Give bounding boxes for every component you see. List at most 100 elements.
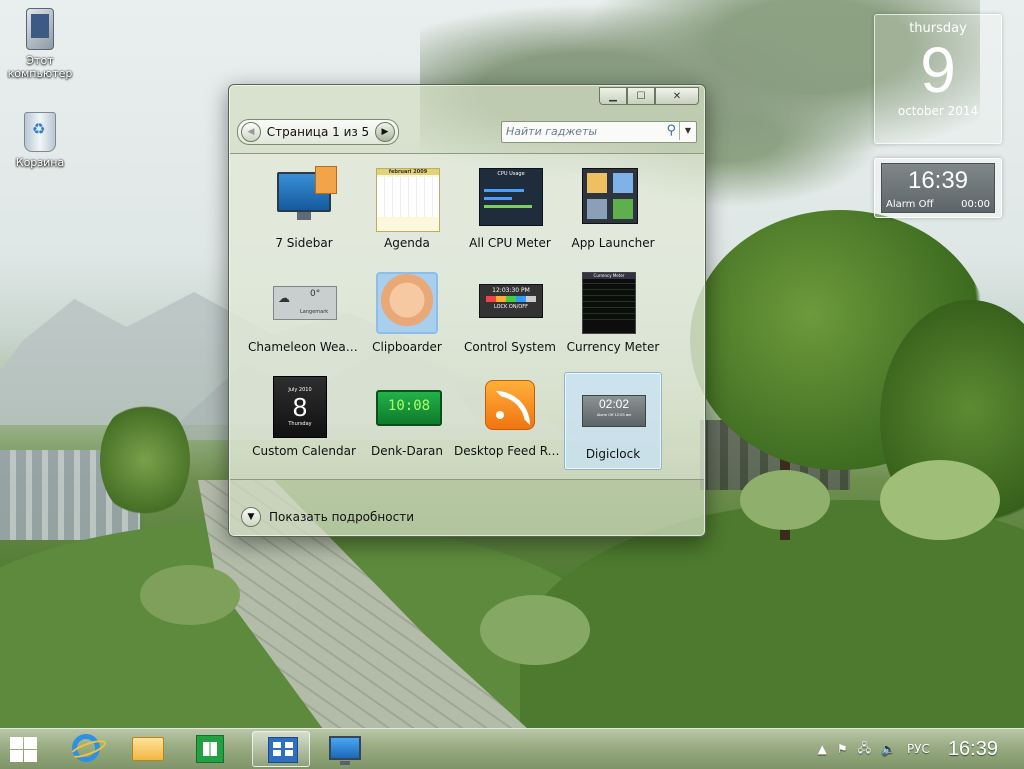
gadget-tile-control-system[interactable]: 12:03:30 PM LOCK ON/OFF Control System <box>462 266 558 362</box>
sidebar-icon <box>273 166 337 226</box>
search-box: ⚲ ▼ <box>501 121 697 143</box>
digiclock-thumb-time: 02:02 <box>598 397 630 411</box>
volume-icon[interactable]: 🔈 <box>881 742 896 756</box>
gadget-name: Chameleon Weather <box>248 340 360 354</box>
chevron-down-icon: ▼ <box>241 507 261 527</box>
store-icon <box>196 735 224 763</box>
custom-cal-thumb-weekday: Thursday <box>288 421 312 427</box>
gadget-tile-desktop-feed-reader[interactable]: Desktop Feed Reader <box>454 370 566 466</box>
taskbar-file-explorer[interactable] <box>118 731 174 765</box>
gadget-tile-app-launcher[interactable]: App Launcher <box>565 162 661 258</box>
flag-icon[interactable]: ⚑ <box>837 742 848 756</box>
cloud-icon: ☁ <box>278 291 290 305</box>
digiclock-thumb-sub: Alarm Off 12:03 am <box>596 412 632 417</box>
calendar-day: 9 <box>920 34 956 106</box>
gadget-name: All CPU Meter <box>469 236 551 250</box>
calendar-icon: July 2010 8 Thursday <box>273 376 335 438</box>
cpu-meter-icon: CPU Usage <box>479 168 543 226</box>
search-icon[interactable]: ⚲ <box>666 123 676 138</box>
desktop-icon-recycle-bin[interactable]: Корзина <box>0 112 80 169</box>
clock-time: 16:39 <box>907 167 969 194</box>
minimize-icon: ▁ <box>609 90 617 102</box>
taskbar: ▲ ⚑ 🖧 🔈 РУС 16:39 <box>0 728 1024 769</box>
gadget-name: Digiclock <box>585 447 641 461</box>
maximize-button[interactable]: ☐ <box>627 87 655 105</box>
custom-cal-thumb-day: 8 <box>292 392 308 422</box>
agenda-icon: februari 2009 <box>376 168 440 232</box>
taskbar-store[interactable] <box>180 731 236 765</box>
close-icon: ✕ <box>672 90 682 102</box>
rss-feed-icon <box>479 376 541 434</box>
calendar-month-year: october 2014 <box>897 104 979 118</box>
gadget-name: Clipboarder <box>372 340 442 354</box>
search-input[interactable] <box>502 122 660 140</box>
control-system-icon: 12:03:30 PM LOCK ON/OFF <box>479 272 543 330</box>
digiclock-icon: 02:02 Alarm Off 12:03 am <box>582 379 646 437</box>
weather-thumb-temp: 0° <box>310 289 321 299</box>
agenda-thumb-title: februari 2009 <box>377 169 439 175</box>
digital-clock-icon: 10:08 <box>376 376 442 434</box>
gadget-grid: 7 Sidebar februari 2009 Agenda CPU Usage… <box>230 153 704 480</box>
gadget-name: 7 Sidebar <box>275 236 333 250</box>
taskbar-gadget-gallery[interactable] <box>252 731 310 767</box>
clipboard-icon <box>376 272 438 334</box>
page-navigator: ◀ Страница 1 из 5 ▶ <box>237 119 399 145</box>
weather-thumb-city: Langemark <box>300 309 329 315</box>
language-indicator[interactable]: РУС <box>907 742 930 756</box>
search-dropdown-icon[interactable]: ▼ <box>679 122 696 140</box>
taskbar-desktop-gadgets[interactable] <box>314 731 370 765</box>
gadget-name: Agenda <box>384 236 430 250</box>
calendar-gadget[interactable]: thursday 9 october 2014 <box>874 14 1002 144</box>
desktop-icon-label: Корзина <box>15 156 65 169</box>
desktop-gadgets-icon <box>329 736 361 765</box>
gadget-gallery-icon <box>268 737 298 763</box>
system-tray: ▲ ⚑ 🖧 🔈 РУС 16:39 <box>813 729 1024 769</box>
internet-explorer-icon <box>72 734 100 762</box>
close-button[interactable]: ✕ <box>655 87 699 105</box>
gadget-tile-chameleon-weather[interactable]: ☁ 0° Langemark Chameleon Weather <box>248 266 360 362</box>
alarm-time: 00:00 <box>961 199 990 210</box>
network-icon[interactable]: 🖧 <box>858 739 871 760</box>
show-details-toggle[interactable]: ▼ Показать подробности <box>241 506 414 528</box>
gadget-tile-7-sidebar[interactable]: 7 Sidebar <box>256 162 352 258</box>
app-launcher-icon <box>582 168 644 226</box>
gallery-toolbar: ◀ Страница 1 из 5 ▶ ⚲ ▼ <box>237 119 697 147</box>
gadget-tile-custom-calendar[interactable]: July 2010 8 Thursday Custom Calendar <box>252 370 356 466</box>
arrow-right-icon: ▶ <box>381 127 389 137</box>
control-thumb-lock: LOCK ON/OFF <box>494 304 528 310</box>
gadget-tile-denk-daran[interactable]: 10:08 Denk-Daran <box>359 370 455 466</box>
cpu-thumb-title: CPU Usage <box>497 171 525 177</box>
computer-icon <box>26 8 54 50</box>
gadget-name: Control System <box>464 340 556 354</box>
gadget-name: Currency Meter <box>566 340 660 354</box>
alarm-status: Alarm Off <box>886 199 934 210</box>
desktop-icon-label: Этот компьютер <box>7 54 73 80</box>
desktop-icon-computer[interactable]: Этот компьютер <box>0 8 80 80</box>
next-page-button[interactable]: ▶ <box>375 122 395 142</box>
denk-thumb-time: 10:08 <box>376 390 442 426</box>
gadget-name: Custom Calendar <box>252 444 356 458</box>
gadget-tile-all-cpu-meter[interactable]: CPU Usage All CPU Meter <box>462 162 558 258</box>
clock-gadget[interactable]: 16:39 Alarm Off 00:00 <box>874 158 1002 218</box>
gadget-name: App Launcher <box>571 236 655 250</box>
start-button[interactable] <box>8 735 38 763</box>
taskbar-internet-explorer[interactable] <box>56 731 112 765</box>
maximize-icon: ☐ <box>636 90 646 102</box>
weather-icon: ☁ 0° Langemark <box>273 272 337 330</box>
currency-icon: Currency Meter <box>582 272 644 334</box>
show-details-label: Показать подробности <box>269 510 414 524</box>
file-explorer-icon <box>132 737 164 761</box>
minimize-button[interactable]: ▁ <box>599 87 627 105</box>
gadget-name: Desktop Feed Reader <box>454 444 566 458</box>
recycle-bin-icon <box>24 112 56 152</box>
taskbar-clock[interactable]: 16:39 <box>948 738 998 761</box>
gadget-tile-digiclock[interactable]: 02:02 Alarm Off 12:03 am Digiclock <box>564 372 662 470</box>
gadget-tile-agenda[interactable]: februari 2009 Agenda <box>359 162 455 258</box>
control-thumb-time: 12:03:30 PM <box>492 287 530 294</box>
gadget-tile-currency-meter[interactable]: Currency Meter Currency Meter <box>565 266 661 362</box>
show-hidden-icons-icon[interactable]: ▲ <box>818 742 827 756</box>
page-indicator: Страница 1 из 5 <box>266 125 370 139</box>
gadget-gallery-window: ▁ ☐ ✕ ◀ Страница 1 из 5 ▶ ⚲ ▼ 7 Sidebar … <box>228 84 706 537</box>
gadget-tile-clipboarder[interactable]: Clipboarder <box>359 266 455 362</box>
gadget-name: Denk-Daran <box>371 444 443 458</box>
